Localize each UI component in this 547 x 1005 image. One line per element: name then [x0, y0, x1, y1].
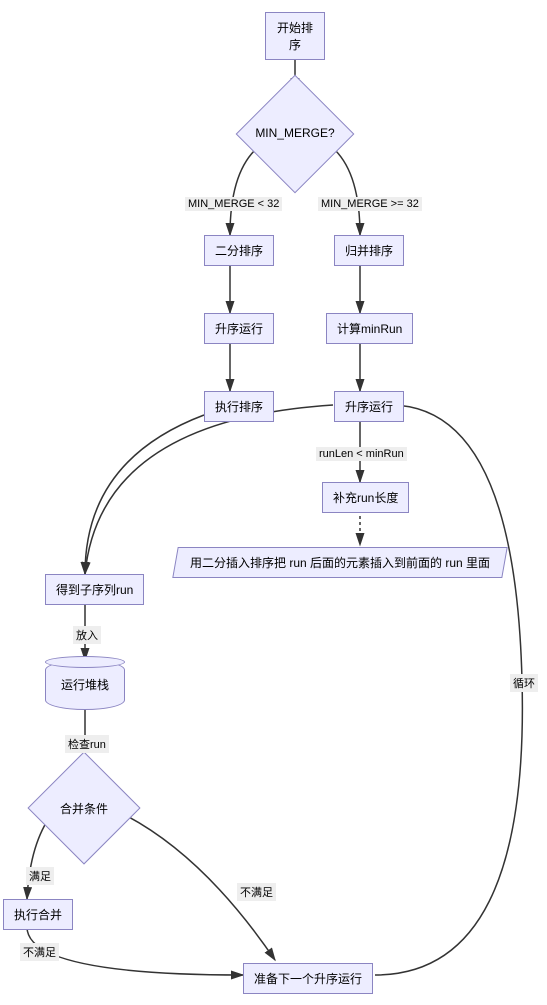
edge-put-in: 放入	[73, 626, 101, 644]
node-ascend-run-right: 升序运行	[334, 391, 404, 422]
node-binary-sort: 二分排序	[204, 235, 274, 266]
node-exec-merge: 执行合并	[3, 899, 73, 930]
node-prep-next: 准备下一个升序运行	[243, 963, 373, 994]
edge-loop: 循环	[510, 674, 538, 692]
edge-ge32: MIN_MERGE >= 32	[318, 197, 422, 211]
node-merge-cond-decision	[27, 751, 140, 864]
node-got-sub-run: 得到子序列run	[45, 574, 144, 605]
label: 归并排序	[345, 244, 393, 258]
node-merge-sort: 归并排序	[334, 235, 404, 266]
edge-lt32: MIN_MERGE < 32	[185, 197, 282, 211]
label: 执行合并	[14, 908, 62, 922]
node-calc-minrun: 计算minRun	[326, 313, 413, 344]
node-fill-run-len: 补充run长度	[322, 482, 409, 513]
label: 升序运行	[345, 400, 393, 414]
label: 得到子序列run	[56, 583, 133, 597]
node-minmerge-decision	[236, 75, 355, 194]
edge-check-run: 检查run	[65, 735, 109, 753]
label: 补充run长度	[333, 491, 398, 505]
label: 用二分插入排序把 run 后面的元素插入到前面的 run 里面	[190, 554, 490, 571]
label: 开始排序	[277, 21, 313, 52]
edge-runlen-lt-minrun: runLen < minRun	[316, 447, 407, 461]
node-start: 开始排序	[265, 12, 325, 60]
node-ascend-run-left: 升序运行	[204, 313, 274, 344]
edge-not-satisfy2: 不满足	[20, 943, 59, 961]
edge-not-satisfy: 不满足	[237, 883, 276, 901]
node-exec-sort: 执行排序	[204, 391, 274, 422]
node-run-stack: 运行堆栈	[45, 660, 125, 710]
label: 运行堆栈	[61, 678, 109, 692]
label: 准备下一个升序运行	[254, 972, 362, 986]
label: 执行排序	[215, 400, 263, 414]
label: 二分排序	[215, 244, 263, 258]
node-binary-insert-note: 用二分插入排序把 run 后面的元素插入到前面的 run 里面	[172, 547, 507, 578]
label: 计算minRun	[337, 322, 402, 336]
edge-satisfy: 满足	[26, 867, 54, 885]
label: 升序运行	[215, 322, 263, 336]
